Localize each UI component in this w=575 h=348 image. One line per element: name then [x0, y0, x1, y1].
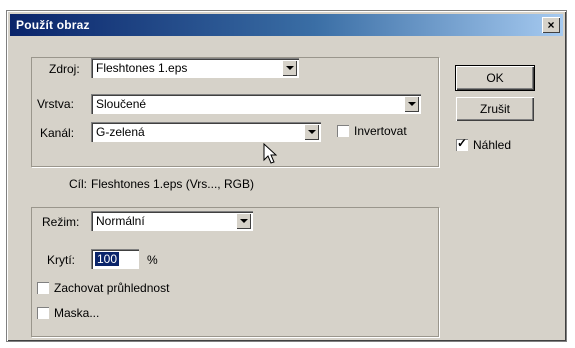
layer-value: Sloučené	[96, 97, 147, 111]
preview-checkbox[interactable]: Náhled	[456, 136, 512, 152]
opacity-label: Krytí:	[47, 253, 76, 267]
opacity-value: 100	[95, 252, 120, 266]
opacity-input[interactable]: 100	[91, 249, 139, 269]
opacity-unit: %	[147, 253, 158, 267]
mode-value: Normální	[96, 214, 145, 228]
preserve-transparency-box[interactable]	[37, 282, 49, 294]
source-label: Zdroj:	[49, 62, 80, 76]
mask-checkbox[interactable]: Maska...	[37, 306, 99, 320]
preview-box[interactable]	[456, 136, 468, 151]
channel-select[interactable]: G-zelená	[91, 122, 321, 142]
layer-label: Vrstva:	[37, 97, 74, 111]
preserve-transparency-checkbox[interactable]: Zachovat průhlednost	[37, 281, 169, 295]
ok-button[interactable]: OK	[455, 65, 535, 91]
chevron-down-icon[interactable]	[282, 60, 297, 76]
target-label: Cíl:	[69, 177, 87, 191]
channel-label: Kanál:	[40, 126, 75, 140]
preview-label: Náhled	[473, 138, 512, 152]
invert-checkbox[interactable]: Invertovat	[337, 124, 407, 138]
dialog-title: Použít obraz	[16, 18, 90, 32]
layer-select[interactable]: Sloučené	[91, 94, 421, 114]
mode-label: Režim:	[42, 215, 80, 229]
mask-box[interactable]	[37, 307, 49, 319]
chevron-down-icon[interactable]	[404, 96, 419, 112]
close-icon: ×	[547, 18, 555, 32]
chevron-down-icon[interactable]	[236, 213, 251, 229]
close-button[interactable]: ×	[542, 17, 560, 33]
channel-value: G-zelená	[96, 125, 145, 139]
source-select[interactable]: Fleshtones 1.eps	[91, 58, 299, 78]
invert-box[interactable]	[337, 125, 349, 137]
title-bar[interactable]: Použít obraz ×	[10, 14, 563, 36]
target-value: Fleshtones 1.eps (Vrs..., RGB)	[91, 177, 254, 191]
chevron-down-icon[interactable]	[304, 124, 319, 140]
source-value: Fleshtones 1.eps	[96, 61, 188, 75]
apply-image-dialog: Použít obraz × Zdroj: Fleshtones 1.eps V…	[6, 10, 567, 342]
invert-label: Invertovat	[354, 124, 407, 138]
cancel-button[interactable]: Zrušit	[456, 97, 534, 121]
mode-select[interactable]: Normální	[91, 211, 253, 231]
preserve-transparency-label: Zachovat průhlednost	[54, 281, 170, 295]
mask-label: Maska...	[54, 306, 100, 320]
mouse-pointer-icon	[263, 143, 277, 164]
